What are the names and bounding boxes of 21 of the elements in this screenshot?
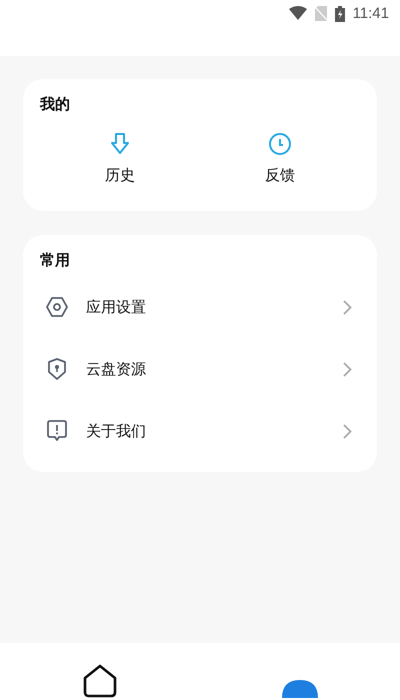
menu-item[interactable]: 云盘资源 (40, 338, 360, 400)
battery-charging-icon (334, 6, 345, 22)
settings-icon (46, 297, 68, 317)
home-icon[interactable] (83, 664, 117, 698)
shortcut-item[interactable]: 历史 (40, 132, 200, 185)
section-title: 常用 (40, 251, 71, 270)
menu-item[interactable]: 关于我们 (40, 400, 360, 462)
clock-icon (268, 132, 292, 156)
chevron-right-icon (343, 300, 352, 314)
shortcut-item[interactable]: 反馈 (200, 132, 360, 185)
menu-item[interactable]: 应用设置 (40, 276, 360, 338)
alert-icon (46, 420, 68, 442)
profile-icon[interactable] (282, 678, 318, 698)
section-title: 我的 (40, 95, 71, 114)
wifi-icon (288, 6, 307, 20)
no-sim-icon (314, 6, 327, 21)
down-arrow-icon (108, 132, 132, 156)
status-time: 11:41 (352, 4, 389, 24)
chevron-right-icon (343, 424, 352, 438)
shield-icon (46, 358, 68, 380)
chevron-right-icon (343, 362, 352, 376)
